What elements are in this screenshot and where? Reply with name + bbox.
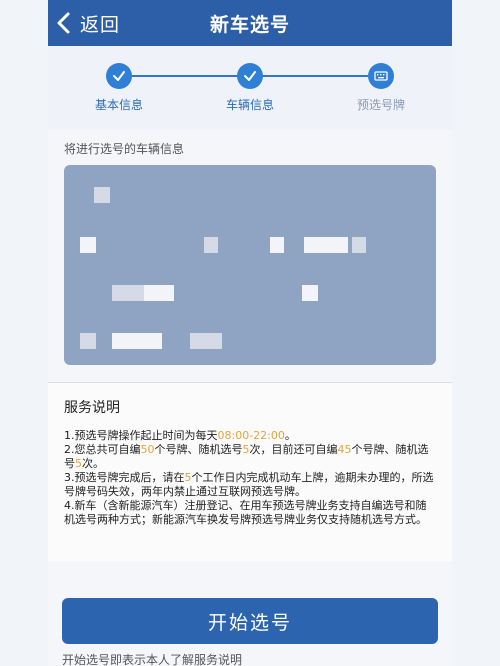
note-text: 3.预选号牌完成后，请在 xyxy=(64,471,185,484)
keyboard-icon xyxy=(374,71,388,81)
redacted-text xyxy=(112,285,144,301)
footer-note: 开始选号即表示本人了解服务说明 xyxy=(62,653,243,666)
note-highlight: 5 xyxy=(75,457,82,470)
progress-steps: 基本信息 车辆信息 预选号牌 xyxy=(48,46,452,130)
note-item: 2.您总共可自编50个号牌、随机选号5次，目前还可自编45个号牌、随机选号5次。 xyxy=(64,443,436,471)
note-highlight: 50 xyxy=(140,443,155,456)
note-item: 4.新车（含新能源汽车）注册登记、在用车预选号牌业务支持自编选号和随机选号两种方… xyxy=(64,499,436,527)
note-highlight: 5 xyxy=(242,443,250,456)
step-current-indicator xyxy=(368,63,394,89)
note-text: 1.预选号牌操作起止时间为每天 xyxy=(64,429,218,442)
step-label-vehicle-info: 车辆信息 xyxy=(225,98,274,112)
redacted-text xyxy=(94,187,110,203)
note-text: 次。 xyxy=(82,457,104,470)
redacted-text xyxy=(204,237,218,253)
note-text: 2.您总共可自编 xyxy=(64,443,141,456)
check-icon xyxy=(244,71,256,81)
note-text: 。 xyxy=(284,429,296,442)
note-text: 个号牌、随机选号 xyxy=(154,443,243,456)
redacted-text xyxy=(80,237,96,253)
service-notes-title: 服务说明 xyxy=(64,400,120,416)
redacted-text xyxy=(112,333,162,349)
note-highlight: 45 xyxy=(337,443,352,456)
note-highlight: 08:00-22:00 xyxy=(217,429,285,442)
page-title: 新车选号 xyxy=(209,14,290,36)
redacted-text xyxy=(302,285,318,301)
step-done-indicator xyxy=(106,63,132,89)
step-label-preselect-plate: 预选号牌 xyxy=(356,98,405,112)
app-screen: 返回 新车选号 基本信息 车辆信息 预选号牌 将进行选号的车辆信息 服务说明 1… xyxy=(48,0,452,666)
redacted-text xyxy=(352,237,366,253)
service-notes-body: 1.预选号牌操作起止时间为每天08:00-22:00。 2.您总共可自编50个号… xyxy=(64,429,436,527)
step-connector xyxy=(132,75,238,77)
vehicle-section-label: 将进行选号的车辆信息 xyxy=(64,142,185,156)
note-item: 3.预选号牌完成后，请在5个工作日内完成机动车上牌，逾期未办理的，所选号牌号码失… xyxy=(64,471,436,499)
step-label-basic-info: 基本信息 xyxy=(94,98,143,112)
note-text: 次，目前还可自编 xyxy=(249,443,338,456)
redacted-text xyxy=(270,237,284,253)
redacted-text xyxy=(80,333,96,349)
note-text: 4.新车（含新能源汽车）注册登记、在用车预选号牌业务支持自编选号和随机选号两种方… xyxy=(64,499,427,526)
header-bar: 返回 新车选号 xyxy=(48,0,452,46)
redacted-text xyxy=(304,237,348,253)
note-highlight: 5 xyxy=(184,471,192,484)
step-done-indicator xyxy=(237,63,263,89)
note-item: 1.预选号牌操作起止时间为每天08:00-22:00。 xyxy=(64,429,436,443)
service-notes: 服务说明 1.预选号牌操作起止时间为每天08:00-22:00。 2.您总共可自… xyxy=(48,383,452,561)
redacted-text xyxy=(190,333,222,349)
step-connector xyxy=(262,75,368,77)
vehicle-info-card xyxy=(64,165,436,365)
check-icon xyxy=(113,71,125,81)
redacted-text xyxy=(144,285,174,301)
start-selection-button[interactable]: 开始选号 xyxy=(62,598,438,644)
